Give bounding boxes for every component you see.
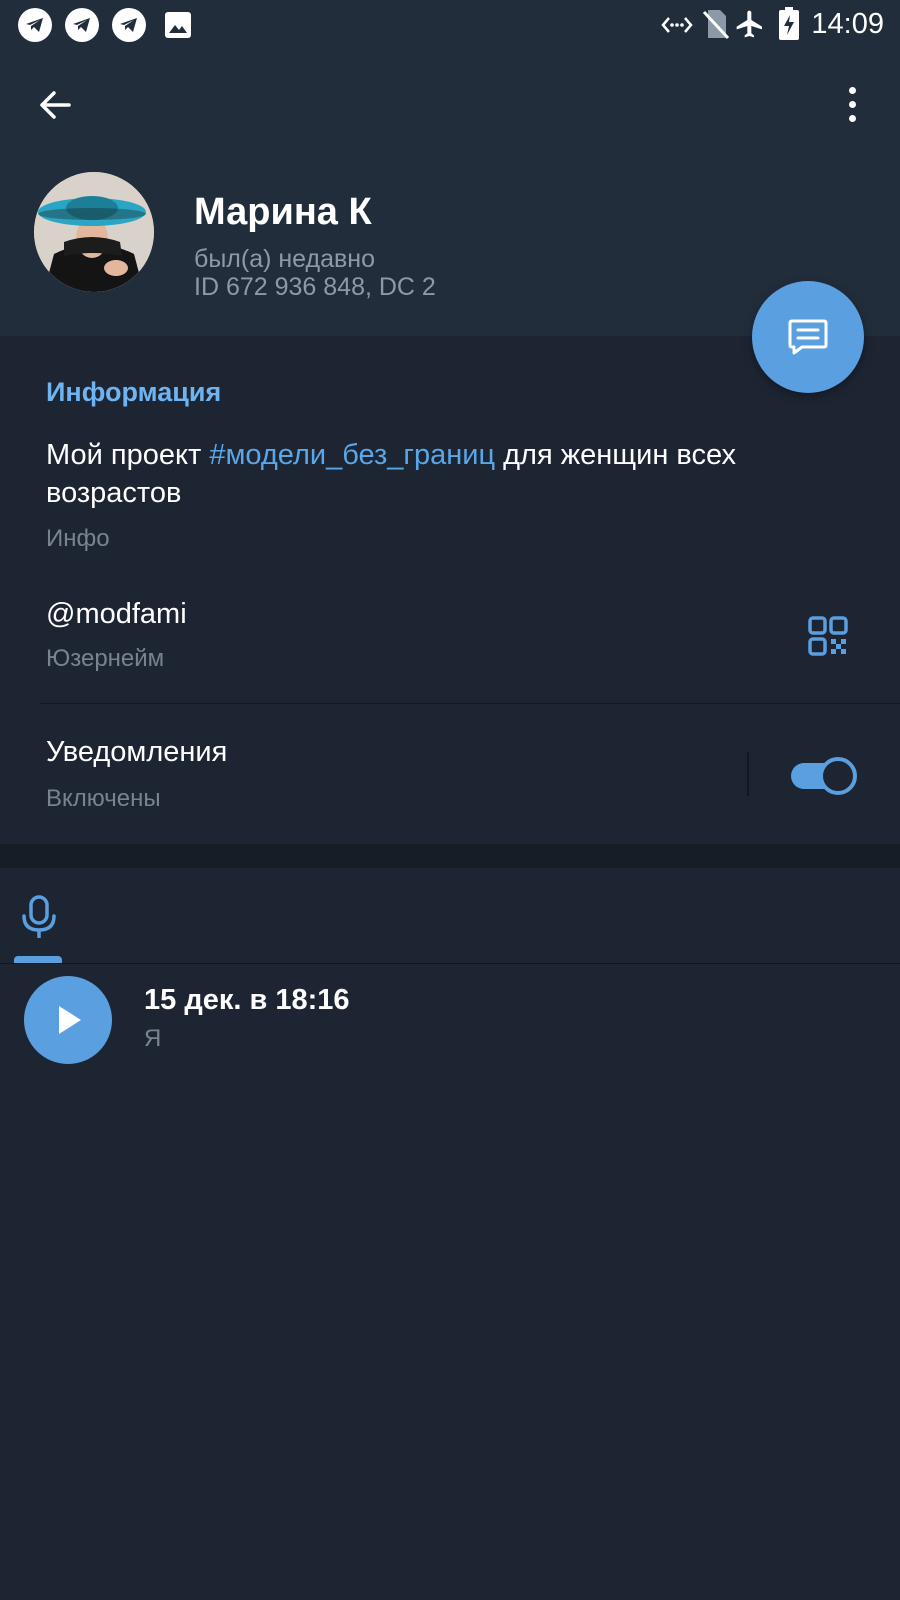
last-seen-status: был(а) недавно [194, 245, 376, 273]
username: @modfami [46, 598, 187, 630]
username-caption: Юзернейм [46, 645, 165, 672]
bio-caption: Инфо [46, 525, 110, 552]
profile-header [0, 0, 900, 336]
bio-hashtag-link[interactable]: #модели_без_границ [209, 439, 495, 471]
notifications-toggle[interactable] [789, 756, 857, 796]
more-menu-button[interactable] [832, 78, 872, 130]
image-notification-icon [163, 10, 193, 40]
telegram-notification-icon [65, 8, 99, 42]
send-message-button[interactable] [752, 281, 864, 393]
qr-code-icon [808, 616, 848, 656]
username-row[interactable]: @modfami Юзернейм [0, 588, 900, 704]
data-transfer-icon [660, 10, 694, 40]
status-time: 14:09 [811, 8, 884, 40]
no-sim-icon [702, 8, 730, 40]
tab-voice[interactable] [16, 894, 62, 940]
profile-name: Марина К [194, 191, 372, 233]
more-vertical-icon [848, 86, 856, 94]
voice-message-date: 15 дек. в 18:16 [144, 984, 350, 1016]
battery-charging-icon [778, 7, 800, 41]
voice-message-author: Я [144, 1025, 162, 1052]
message-icon [788, 319, 828, 355]
info-section-title: Информация [46, 377, 222, 407]
arrow-left-icon [40, 91, 71, 119]
telegram-notification-icon [112, 8, 146, 42]
bio-text: Мой проект #модели_без_границ для женщин… [46, 436, 846, 512]
play-icon [59, 1006, 81, 1034]
avatar[interactable] [34, 172, 154, 292]
section-separator [0, 844, 900, 868]
airplane-mode-icon [734, 8, 766, 40]
back-button[interactable] [30, 80, 80, 130]
notifications-row[interactable]: Уведомления Включены [0, 720, 900, 830]
qr-code-button[interactable] [808, 616, 848, 656]
user-id-line: ID 672 936 848, DC 2 [194, 273, 436, 301]
media-tabs [0, 868, 900, 964]
notifications-caption: Включены [46, 785, 161, 812]
microphone-icon [22, 895, 56, 938]
bio-prefix: Мой проект [46, 439, 210, 471]
vertical-separator [747, 752, 749, 796]
divider [40, 703, 900, 704]
play-button[interactable] [24, 976, 112, 1064]
notifications-title: Уведомления [46, 736, 228, 768]
telegram-notification-icon [18, 8, 52, 42]
voice-message-item[interactable]: 15 дек. в 18:16 Я [0, 964, 900, 1076]
